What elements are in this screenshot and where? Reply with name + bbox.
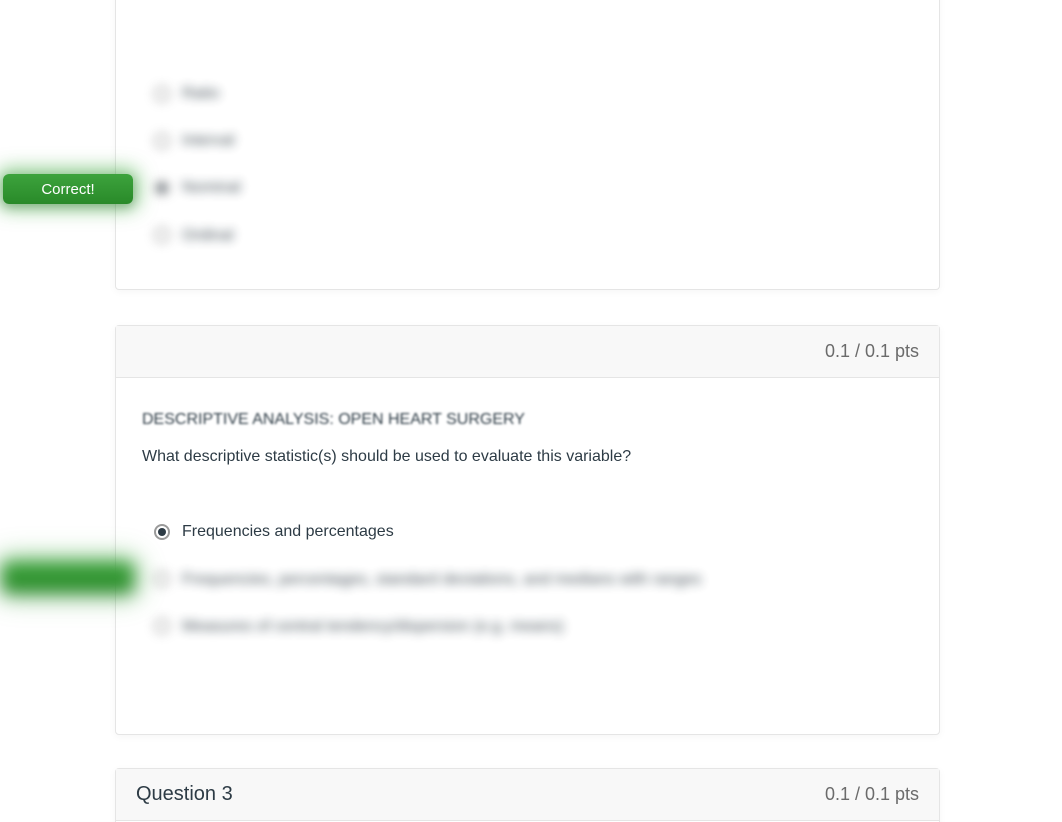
correct-badge: Correct! xyxy=(3,174,133,204)
question-card-3: Question 3 0.1 / 0.1 pts xyxy=(115,768,940,822)
question-3-title: Question 3 xyxy=(136,783,233,806)
radio-icon[interactable] xyxy=(154,524,170,540)
question-2-body: DESCRIPTIVE ANALYSIS: OPEN HEART SURGERY… xyxy=(116,378,939,676)
question-1-option[interactable]: Ordinal xyxy=(154,212,901,259)
question-1-option[interactable]: Ratio xyxy=(154,70,901,117)
question-2-option-label: Frequencies and percentages xyxy=(182,520,394,543)
question-2-points: 0.1 / 0.1 pts xyxy=(825,341,919,362)
question-2-option[interactable]: Frequencies and percentages xyxy=(154,508,901,555)
question-2-prompt: What descriptive statistic(s) should be … xyxy=(142,445,913,468)
radio-icon[interactable] xyxy=(154,133,170,149)
question-1-option[interactable]: Nominal xyxy=(154,164,901,211)
correct-badge-label: Correct! xyxy=(41,569,94,586)
question-card-2: 0.1 / 0.1 pts DESCRIPTIVE ANALYSIS: OPEN… xyxy=(115,325,940,735)
correct-badge-label: Correct! xyxy=(41,181,94,198)
question-1-body: Ratio Interval Nominal Ordinal xyxy=(116,0,939,285)
question-2-option-label: Measures of central tendency/dispersion … xyxy=(182,615,564,638)
question-1-options: Ratio Interval Nominal Ordinal xyxy=(142,70,913,259)
question-2-option[interactable]: Measures of central tendency/dispersion … xyxy=(154,603,901,650)
question-3-header: Question 3 0.1 / 0.1 pts xyxy=(116,769,939,821)
radio-icon[interactable] xyxy=(154,618,170,634)
question-2-header: 0.1 / 0.1 pts xyxy=(116,326,939,378)
question-1-option-label: Ordinal xyxy=(182,224,234,247)
radio-icon[interactable] xyxy=(154,180,170,196)
question-1-option-label: Nominal xyxy=(182,176,241,199)
question-1-option-label: Interval xyxy=(182,129,234,152)
question-1-option[interactable]: Interval xyxy=(154,117,901,164)
question-1-option-label: Ratio xyxy=(182,82,219,105)
radio-icon[interactable] xyxy=(154,86,170,102)
radio-icon[interactable] xyxy=(154,571,170,587)
question-card-1: Ratio Interval Nominal Ordinal xyxy=(115,0,940,290)
question-2-options: Frequencies and percentages Frequencies, … xyxy=(142,508,913,650)
question-3-points: 0.1 / 0.1 pts xyxy=(825,784,919,805)
radio-icon[interactable] xyxy=(154,227,170,243)
question-2-option[interactable]: Frequencies, percentages, standard devia… xyxy=(154,556,901,603)
question-2-option-label: Frequencies, percentages, standard devia… xyxy=(182,568,701,591)
question-2-heading: DESCRIPTIVE ANALYSIS: OPEN HEART SURGERY xyxy=(142,408,913,431)
correct-badge: Correct! xyxy=(3,562,133,592)
